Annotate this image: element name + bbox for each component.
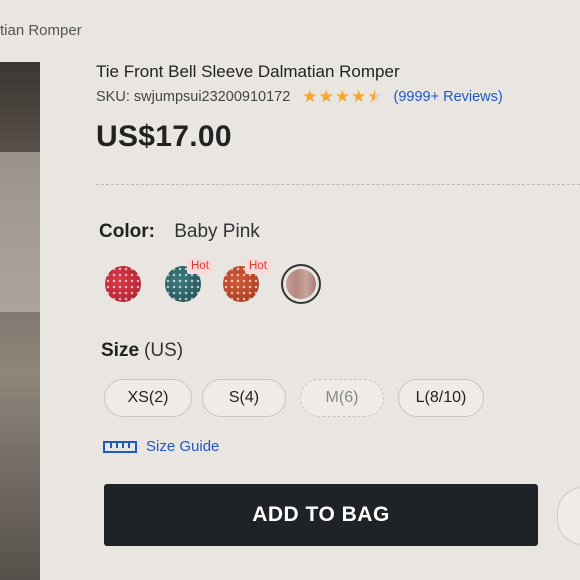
size-label: Size (101, 340, 140, 361)
swatch-baby-pink-selected[interactable] (281, 264, 321, 304)
size-unit: (US) (144, 340, 184, 361)
ruler-icon (103, 440, 137, 453)
star-icon: ★ (351, 87, 367, 106)
hot-badge: Hot (245, 259, 271, 274)
size-guide-label: Size Guide (146, 438, 220, 455)
size-option-l[interactable]: L(8/10) (398, 379, 484, 417)
star-icon: ★ (334, 87, 351, 106)
color-label: Color: (99, 221, 155, 242)
product-details: Tie Front Bell Sleeve Dalmatian Romper S… (96, 0, 580, 580)
wishlist-button[interactable] (557, 487, 580, 545)
price: US$17.00 (96, 120, 232, 153)
hot-badge: Hot (187, 259, 213, 274)
size-guide-link[interactable]: Size Guide (103, 438, 219, 455)
sku-text: SKU: swjumpsui23200910172 (96, 88, 291, 105)
half-star-icon: ★ (367, 87, 383, 106)
size-option-m-unavailable[interactable]: M(6) (300, 379, 384, 417)
reviews-link[interactable]: (9999+ Reviews) (394, 89, 503, 105)
divider (96, 184, 580, 185)
selected-color: Baby Pink (174, 221, 260, 242)
product-title: Tie Front Bell Sleeve Dalmatian Romper (96, 62, 400, 81)
size-label-row: Size (US) (101, 340, 183, 362)
product-image (0, 62, 40, 580)
rating-stars: ★ ★ ★ ★ ★ (302, 88, 383, 105)
size-option-s[interactable]: S(4) (202, 379, 286, 417)
star-icon: ★ (302, 87, 318, 106)
sku-rating-row: SKU: swjumpsui23200910172 ★ ★ ★ ★ ★ (999… (96, 88, 503, 105)
color-label-row: Color: Baby Pink (99, 221, 260, 243)
breadcrumb[interactable]: tian Romper (0, 22, 82, 39)
add-to-bag-button[interactable]: ADD TO BAG (104, 484, 538, 546)
color-swatches: Hot Hot (105, 259, 345, 306)
swatch-red-dalmatian[interactable] (105, 266, 141, 302)
size-option-xs[interactable]: XS(2) (104, 379, 192, 417)
star-icon: ★ (318, 87, 334, 106)
